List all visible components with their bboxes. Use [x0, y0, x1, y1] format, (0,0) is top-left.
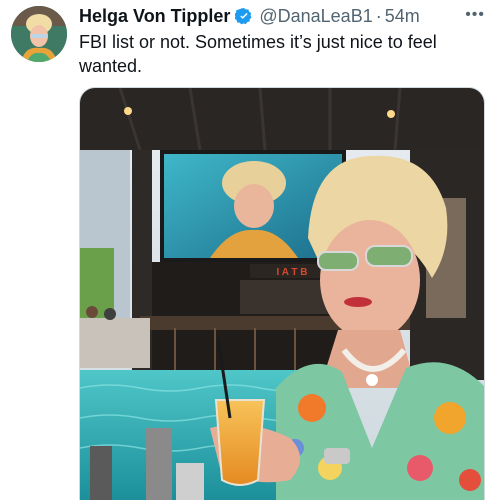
tweet-media-image[interactable]: I A T B	[79, 87, 485, 500]
separator-dot: ·	[375, 5, 382, 26]
media-illustration: I A T B	[80, 88, 484, 500]
avatar[interactable]	[11, 6, 67, 62]
display-name[interactable]: Helga Von Tippler	[79, 6, 230, 27]
tweet-text: FBI list or not. Sometimes it’s just nic…	[79, 32, 437, 76]
verified-badge-icon	[235, 8, 252, 25]
handle[interactable]: @DanaLeaB1	[259, 6, 372, 27]
more-options-icon[interactable]: •••	[465, 6, 485, 24]
screen-sign: I A T B	[277, 267, 308, 278]
timestamp[interactable]: 54m	[385, 6, 420, 27]
tweet-header: Helga Von Tippler @DanaLeaB1 · 54m	[79, 4, 483, 28]
